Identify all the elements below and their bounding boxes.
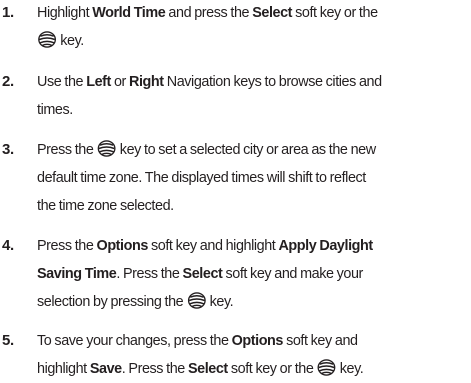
step-line: Use the Left or Right Navigation keys to… [37, 68, 454, 96]
step-text-run: soft key and highlight [147, 237, 279, 254]
step-line: Highlight World Time and press the Selec… [37, 0, 454, 27]
emphasized-term: Right [129, 73, 164, 90]
step-text-run: selection by pressing the [37, 293, 187, 310]
step-line: times. [37, 96, 454, 124]
emphasized-term: Options [231, 332, 284, 349]
step-text-run: key. [336, 360, 364, 377]
emphasized-term: Save [89, 360, 122, 377]
emphasized-term: Left [86, 73, 111, 90]
select-key-icon [187, 292, 206, 309]
step-number: 5. [2, 332, 14, 349]
emphasized-term: Select [182, 265, 223, 282]
step-text-run: default time zone. The displayed times w… [37, 169, 366, 186]
step-text-run: soft key or the [227, 360, 317, 377]
emphasized-term: Saving Time [37, 265, 117, 282]
emphasized-term: Select [252, 4, 293, 21]
step-text-run: Press the [37, 141, 97, 158]
emphasized-term: Apply Daylight [278, 237, 373, 254]
step-text-run: Highlight [37, 4, 93, 21]
step-number: 2. [2, 73, 14, 90]
step-text-run: soft key or the [292, 4, 378, 21]
step-text-run: and press the [165, 4, 253, 21]
step-text-run: key. [206, 293, 234, 310]
step-line: To save your changes, press the Options … [37, 327, 454, 355]
step-number: 1. [2, 4, 14, 21]
step-line: key. [37, 27, 454, 55]
step-text-run: soft key and [283, 332, 358, 349]
emphasized-term: World Time [92, 4, 166, 21]
step-text-run: Navigation keys to browse cities and [163, 73, 382, 90]
step-text-run: times. [37, 101, 73, 118]
step-text: Press the Options soft key and highlight… [37, 232, 454, 316]
select-key-icon [97, 140, 116, 157]
step-text-run: . Press the [121, 360, 188, 377]
step-line: selection by pressing the key. [37, 288, 454, 316]
step-text-run: . Press the [116, 265, 183, 282]
step-line: the time zone selected. [37, 192, 454, 220]
emphasized-term: Options [96, 237, 149, 254]
step-text-run: the time zone selected. [37, 197, 174, 214]
step-text: Highlight World Time and press the Selec… [37, 0, 454, 55]
step-text-run: soft key and make your [222, 265, 363, 282]
step-text-run: To save your changes, press the [37, 332, 232, 349]
step-number: 4. [2, 237, 14, 254]
step-text: Press the key to set a selected city or … [37, 136, 454, 220]
step-text: To save your changes, press the Options … [37, 327, 454, 383]
step-number: 3. [2, 141, 14, 158]
step-line: Press the Options soft key and highlight… [37, 232, 454, 260]
step-text-run: key. [57, 32, 84, 49]
step-line: default time zone. The displayed times w… [37, 164, 454, 192]
emphasized-term: Select [187, 360, 228, 377]
step-text: Use the Left or Right Navigation keys to… [37, 68, 454, 124]
select-key-icon [38, 31, 57, 48]
select-key-icon [317, 359, 336, 376]
step-line: Press the key to set a selected city or … [37, 136, 454, 164]
step-text-run: or [110, 73, 130, 90]
step-line: Saving Time. Press the Select soft key a… [37, 260, 454, 288]
step-text-run: Press the [37, 237, 97, 254]
step-text-run: highlight [37, 360, 90, 377]
step-text-run: key to set a selected city or area as th… [116, 141, 376, 158]
step-line: highlight Save. Press the Select soft ke… [37, 355, 454, 383]
step-text-run: Use the [37, 73, 87, 90]
